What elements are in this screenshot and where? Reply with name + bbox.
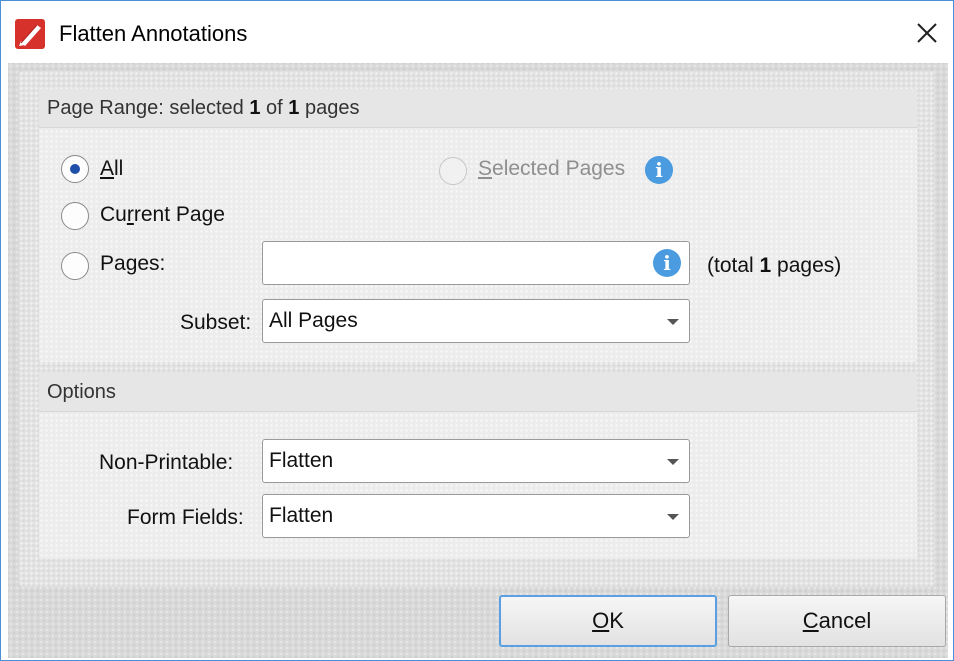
pages-label[interactable]: Pages: <box>100 252 165 276</box>
dialog-window: Flatten Annotations Page Range: selected… <box>0 0 954 661</box>
close-button[interactable] <box>907 13 947 53</box>
form-fields-label: Form Fields: <box>127 506 244 529</box>
current-page-radio[interactable] <box>61 202 89 230</box>
form-fields-select[interactable]: Flatten <box>262 494 690 538</box>
selected-pages-label[interactable]: Selected Pages <box>478 157 625 181</box>
non-printable-label: Non-Printable: <box>99 451 234 474</box>
total-pages-label: (total 1 pages) <box>707 254 842 277</box>
chevron-down-icon <box>667 319 679 325</box>
all-radio[interactable] <box>61 155 89 183</box>
options-group: Options Non-Printable: Flatten Form Fiel… <box>39 373 917 559</box>
content-panel: Page Range: selected 1 of 1 pages All Se… <box>19 71 935 587</box>
all-label[interactable]: All <box>100 157 123 181</box>
subset-select[interactable]: All Pages <box>262 299 690 343</box>
cancel-button[interactable]: Cancel <box>728 595 946 647</box>
options-header: Options <box>39 373 917 412</box>
pages-info-icon[interactable]: i <box>653 249 681 277</box>
dialog-body: Page Range: selected 1 of 1 pages All Se… <box>8 63 948 658</box>
chevron-down-icon <box>667 514 679 520</box>
page-range-header: Page Range: selected 1 of 1 pages <box>39 89 917 128</box>
pdf-app-icon <box>15 19 45 49</box>
non-printable-select[interactable]: Flatten <box>262 439 690 483</box>
page-range-group: Page Range: selected 1 of 1 pages All Se… <box>39 89 917 362</box>
selected-pages-info-icon[interactable]: i <box>645 156 673 184</box>
subset-label: Subset: <box>180 311 252 334</box>
current-page-label[interactable]: Current Page <box>100 203 225 227</box>
ok-button[interactable]: OK <box>499 595 717 647</box>
window-title: Flatten Annotations <box>59 21 248 46</box>
selected-pages-radio[interactable] <box>439 157 467 185</box>
pages-radio[interactable] <box>61 252 89 280</box>
chevron-down-icon <box>667 459 679 465</box>
pages-input[interactable]: i <box>262 241 690 285</box>
title-bar[interactable]: Flatten Annotations <box>1 1 953 63</box>
close-icon <box>917 23 937 43</box>
